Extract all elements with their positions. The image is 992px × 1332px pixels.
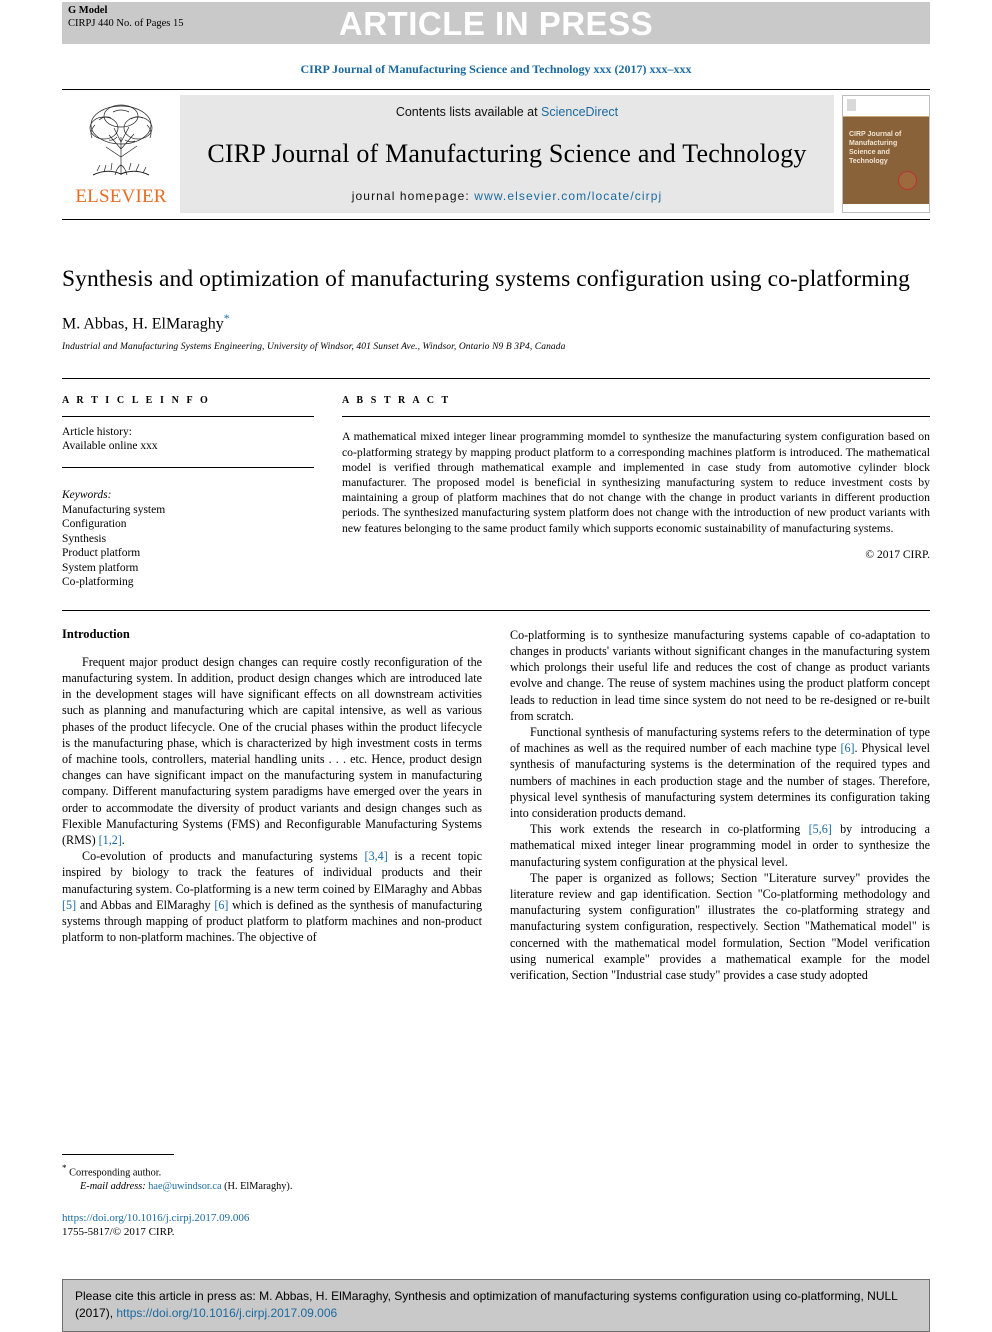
citation-link[interactable]: [5,6] (809, 822, 832, 836)
contents-prefix: Contents lists available at (395, 105, 542, 119)
journal-title: CIRP Journal of Manufacturing Science an… (207, 139, 807, 168)
masthead-bottom-rule (62, 219, 930, 220)
body-right-column: Co-platforming is to synthesize manufact… (510, 627, 930, 983)
citation-link[interactable]: [3,4] (365, 849, 388, 863)
citation-link[interactable]: [6] (214, 898, 228, 912)
citation-link[interactable]: [6] (840, 741, 854, 755)
email-address-label: E-mail address: (80, 1180, 146, 1192)
citation-link[interactable]: [1,2] (99, 833, 122, 847)
asterisk-icon: * (62, 1163, 67, 1173)
column-gap (314, 395, 342, 590)
corresponding-author-marker: * (223, 311, 230, 325)
body-paragraph: This work extends the research in co-pla… (510, 821, 930, 870)
footnote-block: * Corresponding author. E-mail address: … (62, 1154, 482, 1239)
body-paragraph: Co-platforming is to synthesize manufact… (510, 627, 930, 724)
keyword-item: Synthesis (62, 532, 107, 545)
article-info-heading: A R T I C L E I N F O (62, 395, 211, 407)
email-link[interactable]: hae@uwindsor.ca (148, 1181, 221, 1192)
contents-lists-line: Contents lists available at ScienceDirec… (190, 105, 824, 119)
doi-link[interactable]: https://doi.org/10.1016/j.cirpj.2017.09.… (62, 1211, 482, 1225)
cover-footer-strip (843, 204, 929, 212)
article-history-label: Article history: (62, 426, 132, 439)
cirp-seal-icon (898, 171, 917, 190)
journal-cover-thumbnail: CIRP Journal of Manufacturing Science an… (842, 95, 930, 213)
sciencedirect-link[interactable]: ScienceDirect (541, 105, 618, 119)
journal-homepage-link[interactable]: www.elsevier.com/locate/cirpj (474, 189, 662, 203)
elsevier-logo: ELSEVIER (62, 95, 180, 213)
citation-link[interactable]: [5] (62, 898, 76, 912)
body-paragraph: Frequent major product design changes ca… (62, 654, 482, 848)
cite-this-article-box: Please cite this article in press as: M.… (62, 1279, 930, 1332)
info-abstract-row: A R T I C L E I N F O Article history: A… (62, 395, 930, 590)
abstract-text: A mathematical mixed integer linear prog… (342, 430, 930, 535)
info-section-top-rule (62, 378, 930, 380)
doi-block: https://doi.org/10.1016/j.cirpj.2017.09.… (62, 1211, 482, 1239)
abstract-column: A B S T R A C T A mathematical mixed int… (342, 395, 930, 590)
corresponding-author-note: * Corresponding author. (62, 1162, 482, 1180)
abstract-copyright: © 2017 CIRP. (865, 548, 930, 561)
cover-journal-title: CIRP Journal of Manufacturing Science an… (849, 131, 902, 165)
email-note: E-mail address: hae@uwindsor.ca (H. ElMa… (62, 1180, 482, 1194)
body-column-gap (482, 627, 510, 983)
masthead-top-rule (62, 89, 930, 90)
keyword-item: System platform (62, 561, 139, 574)
elsevier-wordmark: ELSEVIER (75, 186, 167, 207)
journal-homepage-line: journal homepage: www.elsevier.com/locat… (190, 189, 824, 203)
issn-copyright-line: 1755-5817/© 2017 CIRP. (62, 1226, 175, 1239)
body-left-column: Introduction Frequent major product desi… (62, 627, 482, 983)
keyword-item: Product platform (62, 547, 141, 560)
left-column-paragraphs: Frequent major product design changes ca… (62, 654, 482, 946)
paragraph-text: The paper is organized as follows; Secti… (510, 870, 930, 983)
keyword-item: Manufacturing system (62, 503, 166, 516)
paragraph-text: . (121, 833, 125, 848)
email-owner: (H. ElMaraghy). (224, 1180, 293, 1192)
cover-elsevier-mark-icon (847, 99, 856, 111)
article-history: Article history: Available online xxx (62, 417, 314, 467)
cover-header-strip (843, 96, 929, 117)
abstract-heading: A B S T R A C T (342, 395, 451, 407)
author-names: M. Abbas, H. ElMaraghy (62, 315, 224, 333)
title-block: Synthesis and optimization of manufactur… (62, 264, 930, 352)
affiliation: Industrial and Manufacturing Systems Eng… (62, 342, 566, 353)
body-paragraph: Co-evolution of products and manufacturi… (62, 848, 482, 945)
keyword-item: Configuration (62, 518, 127, 531)
homepage-prefix: journal homepage: (351, 189, 475, 203)
body-paragraph: The paper is organized as follows; Secti… (510, 870, 930, 983)
journal-running-head: CIRP Journal of Manufacturing Science an… (300, 62, 692, 76)
body-top-rule (62, 609, 930, 611)
article-history-value: Available online xxx (62, 440, 158, 453)
body-paragraph: Functional synthesis of manufacturing sy… (510, 724, 930, 821)
journal-masthead: ELSEVIER Contents lists available at Sci… (62, 95, 930, 213)
paragraph-text: Co-platforming is to synthesize manufact… (510, 627, 930, 723)
section-heading-introduction: Introduction (62, 626, 130, 641)
author-list: M. Abbas, H. ElMaraghy* (62, 311, 930, 333)
keywords-label: Keywords: (62, 489, 112, 502)
keyword-item: Co-platforming (62, 576, 134, 589)
paragraph-text: This work extends the research in co-pla… (530, 822, 809, 837)
keywords-block: Keywords: Manufacturing system Configura… (62, 468, 314, 590)
paragraph-text: Co-evolution of products and manufacturi… (82, 849, 365, 864)
elsevier-tree-icon (89, 104, 153, 176)
paragraph-text: and Abbas and ElMaraghy (76, 897, 215, 912)
body-columns: Introduction Frequent major product desi… (62, 627, 930, 983)
footnote-rule (62, 1154, 174, 1155)
article-in-press-text: ARTICLE IN PRESS (338, 5, 654, 42)
corresponding-author-text: Corresponding author. (69, 1167, 162, 1179)
right-column-paragraphs: Co-platforming is to synthesize manufact… (510, 627, 930, 983)
cite-doi-link[interactable]: https://doi.org/10.1016/j.cirpj.2017.09.… (116, 1306, 337, 1320)
article-in-press-banner: G Model CIRPJ 440 No. of Pages 15 ARTICL… (62, 2, 930, 44)
article-page: G Model CIRPJ 440 No. of Pages 15 ARTICL… (0, 2, 992, 1332)
article-info-column: A R T I C L E I N F O Article history: A… (62, 395, 314, 590)
page-title: Synthesis and optimization of manufactur… (62, 266, 910, 292)
masthead-center: Contents lists available at ScienceDirec… (180, 95, 834, 213)
paragraph-text: Frequent major product design changes ca… (62, 654, 482, 848)
